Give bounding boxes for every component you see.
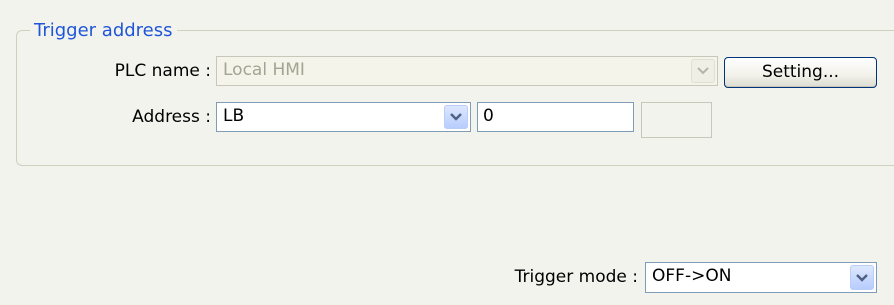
trigger-mode-dropdown-button[interactable] — [850, 265, 874, 290]
trigger-address-group — [16, 30, 894, 166]
chevron-down-icon — [697, 67, 709, 75]
address-value-input[interactable]: 0 — [477, 102, 634, 132]
address-value-text: 0 — [483, 106, 494, 126]
trigger-mode-select[interactable]: OFF->ON — [645, 262, 877, 293]
address-label: Address : — [132, 107, 211, 127]
trigger-mode-label: Trigger mode : — [514, 267, 638, 287]
address-device-value: LB — [223, 106, 245, 126]
plc-name-select: Local HMI — [216, 56, 718, 86]
address-device-dropdown-button[interactable] — [444, 105, 468, 129]
setting-button[interactable]: Setting... — [724, 57, 877, 88]
address-extra-box — [641, 102, 712, 138]
trigger-address-group-title: Trigger address — [30, 20, 177, 42]
address-device-select[interactable]: LB — [216, 102, 471, 132]
trigger-mode-value: OFF->ON — [652, 266, 732, 286]
plc-name-dropdown-button — [691, 59, 715, 83]
chevron-down-icon — [856, 273, 868, 282]
plc-name-label: PLC name : — [114, 61, 211, 81]
chevron-down-icon — [450, 113, 462, 121]
plc-name-value: Local HMI — [223, 60, 305, 80]
